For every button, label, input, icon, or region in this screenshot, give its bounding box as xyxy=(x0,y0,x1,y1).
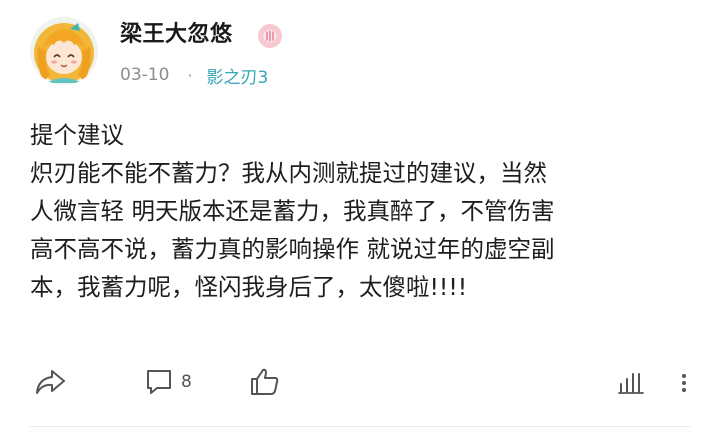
author-name[interactable]: 梁王大忽悠 xyxy=(120,20,233,50)
like-button[interactable] xyxy=(248,364,282,400)
avatar[interactable] xyxy=(30,17,98,85)
pink-badge-icon xyxy=(258,24,282,48)
more-button[interactable] xyxy=(678,364,690,400)
post-title: 提个建议 xyxy=(30,121,124,149)
post-body-line: 高不高不说，蓄力真的影响操作 就说过年的虚空副 xyxy=(30,235,555,263)
thumbs-up-icon xyxy=(251,368,279,395)
meta-separator: · xyxy=(187,65,193,85)
bar-chart-icon xyxy=(618,373,644,394)
topic-link[interactable]: 影之刃3 xyxy=(207,63,269,88)
post-body-line: 本，我蓄力呢，怪闪我身后了，太傻啦!!!! xyxy=(30,273,468,301)
share-icon xyxy=(36,370,65,394)
post-meta: 03-10 · 影之刃3 xyxy=(120,62,268,88)
share-button[interactable] xyxy=(32,364,68,400)
comment-icon xyxy=(147,370,171,394)
action-bar: 8 xyxy=(0,362,720,402)
post-content: 提个建议 炽刃能不能不蓄力？我从内测就提过的建议，当然 人微言轻 明天版本还是蓄… xyxy=(30,116,700,306)
more-vertical-icon xyxy=(682,374,686,392)
anime-girl-avatar-icon xyxy=(30,17,98,85)
comment-button[interactable]: 8 xyxy=(143,364,192,400)
divider xyxy=(30,426,690,427)
comment-count: 8 xyxy=(181,372,192,392)
post-date: 03-10 xyxy=(120,65,170,85)
stats-button[interactable] xyxy=(617,364,645,400)
post-body-line: 人微言轻 明天版本还是蓄力，我真醉了，不管伤害 xyxy=(30,197,555,225)
post-body-line: 炽刃能不能不蓄力？我从内测就提过的建议，当然 xyxy=(30,159,547,187)
